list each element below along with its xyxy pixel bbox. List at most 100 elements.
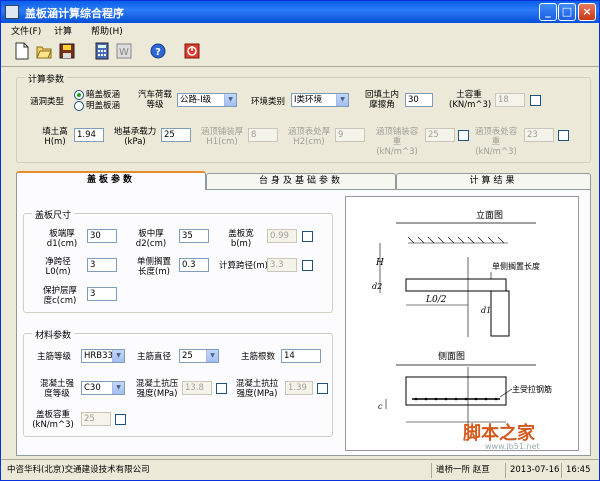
fill-height-input[interactable]: 1.94 <box>74 128 104 142</box>
culvert-type-open-radio[interactable] <box>74 101 84 111</box>
mid-thickness-input[interactable]: 35 <box>179 229 209 243</box>
slab-weight-label: 盖板容重(kN/m^3) <box>32 410 74 430</box>
open-folder-icon[interactable] <box>33 40 55 62</box>
rebar-count-input[interactable]: 14 <box>281 349 321 363</box>
watermark: 脚本之家 www.jb51.net <box>441 419 581 459</box>
tensile-strength-label: 混凝土抗拉强度(MPa) <box>235 379 279 399</box>
end-thickness-label: 板端厚d1(cm) <box>46 229 78 249</box>
environment-select[interactable]: I类环境 ▼ <box>291 93 349 107</box>
tab-abutment-params[interactable]: 台身及基础参数 <box>206 173 396 189</box>
menu-help[interactable]: 帮助(H) <box>91 24 123 37</box>
side-view-title: 侧面图 <box>438 350 465 362</box>
slab-diagram: 立面图 H d2 d1 L0/2 单侧搁置长度 侧面图 主受拉钢筋 c <box>345 196 579 451</box>
rebar-grade-label: 主筋等级 <box>37 352 72 362</box>
help-icon[interactable]: ? <box>147 40 169 62</box>
bearing-capacity-input[interactable]: 25 <box>161 128 191 142</box>
calc-params-title: 计算参数 <box>25 72 68 85</box>
new-file-icon[interactable] <box>11 40 33 62</box>
chevron-down-icon: ▼ <box>112 382 124 394</box>
compressive-strength-checkbox[interactable] <box>216 383 227 394</box>
calc-span-input[interactable]: 3.3 <box>267 258 297 272</box>
rebar-grade-select[interactable]: HRB335 ▼ <box>81 349 125 363</box>
culvert-type-open-label: 明盖板涵 <box>86 101 121 111</box>
slab-size-title: 盖板尺寸 <box>32 208 75 221</box>
surface-weight-input[interactable]: 23 <box>524 128 554 142</box>
menu-bar: 文件(F) 计算 帮助(H) <box>1 23 599 37</box>
surface-thickness-input[interactable]: 9 <box>335 128 365 142</box>
bearing-length-note: 单侧搁置长度 <box>492 261 540 271</box>
pave-weight-label: 涵顶铺装容重(kN/m^3) <box>375 127 419 157</box>
close-button[interactable]: × <box>578 3 596 21</box>
tab-results[interactable]: 计算结果 <box>396 173 591 189</box>
tab-slab-params[interactable]: 盖板参数 <box>16 171 206 190</box>
tensile-strength-input[interactable]: 1.39 <box>285 381 313 395</box>
friction-angle-label: 回填土内摩擦角 <box>364 90 399 110</box>
save-disk-icon[interactable] <box>56 40 78 62</box>
bearing-length-label: 单侧搁置长度(m) <box>136 257 171 277</box>
tensile-strength-checkbox[interactable] <box>317 383 328 394</box>
material-title: 材料参数 <box>32 328 75 341</box>
soil-weight-input[interactable]: 18 <box>495 93 525 107</box>
slab-weight-checkbox[interactable] <box>115 414 126 425</box>
fill-height-label: 填土高H(m) <box>42 127 68 147</box>
cover-thickness-label: 保护层厚度c(cm) <box>42 286 77 306</box>
concrete-grade-select[interactable]: C30 ▼ <box>81 381 125 395</box>
load-grade-select[interactable]: 公路-I级 ▼ <box>177 93 237 107</box>
compressive-strength-label: 混凝土抗压强度(MPa) <box>135 379 179 399</box>
status-date: 2013-07-16 <box>505 463 561 478</box>
h-dimension-label: H <box>375 258 384 268</box>
rebar-count-label: 主筋根数 <box>241 352 276 362</box>
minimize-button[interactable]: _ <box>539 3 557 21</box>
app-window: 盖板涵计算综合程序 _ □ × 文件(F) 计算 帮助(H) W ? 计算参数 … <box>0 0 600 481</box>
rebar-diameter-select[interactable]: 25 ▼ <box>179 349 219 363</box>
app-icon <box>5 5 19 19</box>
end-thickness-input[interactable]: 30 <box>87 229 117 243</box>
clear-span-label: 净跨径L0(m) <box>45 257 71 277</box>
rebar-diameter-label: 主筋直径 <box>137 352 172 362</box>
slab-weight-input[interactable]: 25 <box>81 412 111 426</box>
pave-weight-input[interactable]: 25 <box>425 128 455 142</box>
menu-file[interactable]: 文件(F) <box>11 24 41 37</box>
pave-thickness-label: 涵顶铺装厚H1(cm) <box>200 127 244 147</box>
status-time: 16:45 <box>561 463 597 478</box>
concrete-grade-value: C30 <box>84 383 101 393</box>
friction-angle-input[interactable]: 30 <box>405 93 433 107</box>
pave-weight-checkbox[interactable] <box>458 130 469 141</box>
slab-width-input[interactable]: 0.99 <box>267 229 297 243</box>
culvert-type-covered-radio[interactable] <box>74 90 84 100</box>
environment-label: 环境类别 <box>251 97 286 107</box>
exit-power-icon[interactable] <box>181 40 203 62</box>
slab-diagram-drawing: 立面图 H d2 d1 L0/2 单侧搁置长度 侧面图 主受拉钢筋 c <box>372 209 552 427</box>
calculator-icon[interactable] <box>91 40 113 62</box>
menu-calc[interactable]: 计算 <box>54 24 72 37</box>
environment-value: I类环境 <box>294 95 323 105</box>
title-bar[interactable]: 盖板涵计算综合程序 _ □ × <box>1 1 599 23</box>
rebar-diameter-value: 25 <box>182 351 193 361</box>
mid-thickness-label: 板中厚d2(cm) <box>135 229 167 249</box>
word-export-icon[interactable]: W <box>113 40 135 62</box>
compressive-strength-input[interactable]: 13.8 <box>182 381 212 395</box>
calc-span-checkbox[interactable] <box>302 260 313 271</box>
rebar-note: 主受拉钢筋 <box>512 384 552 394</box>
watermark-url: www.jb51.net <box>485 442 540 451</box>
d2-dimension-label: d2 <box>372 282 382 291</box>
maximize-button[interactable]: □ <box>558 3 576 21</box>
slab-width-label: 盖板宽b(m) <box>228 229 254 249</box>
pave-thickness-input[interactable]: 8 <box>248 128 278 142</box>
bearing-capacity-label: 地基承载力(kPa) <box>113 127 157 147</box>
chevron-down-icon: ▼ <box>112 350 124 362</box>
surface-weight-checkbox[interactable] <box>558 130 569 141</box>
cover-thickness-input[interactable]: 3 <box>87 287 117 301</box>
surface-weight-label: 涵顶表处容重(kN/m^3) <box>474 127 518 157</box>
c-dimension-label: c <box>378 402 383 411</box>
bearing-length-input[interactable]: 0.3 <box>179 258 209 272</box>
toolbar: W ? <box>1 37 599 67</box>
slab-width-checkbox[interactable] <box>302 231 313 242</box>
clear-span-input[interactable]: 3 <box>87 258 117 272</box>
surface-thickness-label: 涵顶表处厚H2(cm) <box>287 127 331 147</box>
elevation-title: 立面图 <box>476 209 503 221</box>
soil-weight-checkbox[interactable] <box>530 95 541 106</box>
chevron-down-icon: ▼ <box>206 350 218 362</box>
status-bar: 中咨华科(北京)交通建设技术有限公司 道桥一所 赵亘 2013-07-16 16… <box>1 459 599 480</box>
chevron-down-icon: ▼ <box>336 94 348 106</box>
